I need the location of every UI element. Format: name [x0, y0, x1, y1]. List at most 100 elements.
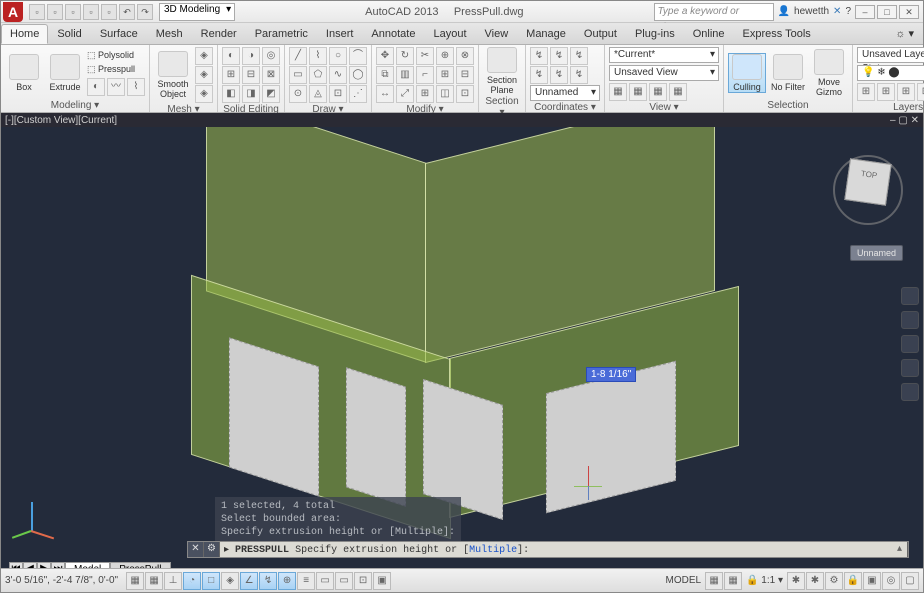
layer-state-dropdown[interactable]: Unsaved Layer State	[857, 47, 924, 63]
qp-icon[interactable]: ▭	[335, 572, 353, 590]
workspace-dropdown[interactable]: 3D Modeling	[159, 3, 235, 21]
loft-icon[interactable]: ⌇	[127, 78, 145, 96]
view-icon[interactable]: ▦	[649, 83, 667, 101]
isolate-icon[interactable]: ◎	[882, 572, 900, 590]
mod-icon[interactable]: ⊟	[456, 66, 474, 84]
exchange-icon[interactable]: ✕	[833, 6, 841, 17]
visual-style-dropdown[interactable]: *Current*	[609, 47, 719, 63]
tab-mesh[interactable]: Mesh	[147, 24, 192, 44]
move-icon[interactable]: ✥	[376, 47, 394, 65]
mod-icon[interactable]: ⊗	[456, 47, 474, 65]
view-icon[interactable]: ▦	[629, 83, 647, 101]
cmd-customize-icon[interactable]: ⚙	[204, 542, 220, 557]
fillet-icon[interactable]: ⌐	[416, 66, 434, 84]
extruded-solid[interactable]	[346, 367, 406, 506]
otrack-icon[interactable]: ∠	[240, 572, 258, 590]
polarmode-icon[interactable]: ◔	[183, 572, 201, 590]
draw-icon[interactable]: ⊙	[289, 85, 307, 103]
doc-window-controls[interactable]: – ▢ ✕	[890, 115, 919, 126]
ucs-icon[interactable]: ↯	[550, 47, 568, 65]
ucs-icon[interactable]: ↯	[550, 66, 568, 84]
coordinate-readout[interactable]: 3'-0 5/16", -2'-4 7/8", 0'-0"	[5, 575, 118, 586]
maximize-button[interactable]: □	[877, 5, 897, 19]
move-gizmo-button[interactable]: Move Gizmo	[810, 49, 848, 97]
qat-saveas-icon[interactable]: ▫	[83, 4, 99, 20]
ucs-icon[interactable]: ↯	[570, 47, 588, 65]
cmd-close-icon[interactable]: ✕	[188, 542, 204, 557]
quickview-layouts-icon[interactable]: ▦	[724, 572, 742, 590]
tab-render[interactable]: Render	[192, 24, 246, 44]
close-button[interactable]: ✕	[899, 5, 919, 19]
spline-icon[interactable]: ∿	[329, 66, 347, 84]
view-icon[interactable]: ▦	[669, 83, 687, 101]
no-filter-button[interactable]: No Filter	[769, 54, 807, 92]
extrude-button[interactable]: Extrude	[46, 54, 84, 92]
viewcube-face[interactable]: TOP	[844, 158, 891, 205]
ducs-icon[interactable]: ↯	[259, 572, 277, 590]
sweep-icon[interactable]: 〰	[107, 78, 125, 96]
ucs-icon[interactable]	[11, 492, 51, 532]
rotate-icon[interactable]: ↻	[396, 47, 414, 65]
trim-icon[interactable]: ✂	[416, 47, 434, 65]
se-icon[interactable]: ⊠	[262, 66, 280, 84]
steering-wheel-icon[interactable]	[901, 287, 919, 305]
extruded-solid[interactable]	[229, 337, 319, 496]
layout-nav-next-icon[interactable]: ▶	[37, 562, 51, 568]
dynamic-dimension-input[interactable]: 1-8 1/16"	[586, 367, 636, 382]
ucs-unnamed-dropdown[interactable]: Unnamed	[530, 85, 600, 101]
ucs-icon[interactable]: ↯	[570, 66, 588, 84]
layout-nav-last-icon[interactable]: ⏭	[51, 562, 65, 568]
sc-icon[interactable]: ⊡	[354, 572, 372, 590]
am-icon[interactable]: ▣	[373, 572, 391, 590]
se-icon[interactable]: ◐	[222, 47, 240, 65]
revolve-icon[interactable]: ◐	[87, 78, 105, 96]
circle-icon[interactable]: ○	[329, 47, 347, 65]
arc-icon[interactable]: ⌒	[349, 47, 367, 65]
tab-home[interactable]: Home	[1, 24, 48, 44]
tab-solid[interactable]: Solid	[48, 24, 90, 44]
line-icon[interactable]: ╱	[289, 47, 307, 65]
layer-dropdown[interactable]: 💡 ❄ ⬤	[857, 65, 924, 81]
panel-title-modeling[interactable]: Modeling ▾	[5, 99, 145, 112]
tab-surface[interactable]: Surface	[91, 24, 147, 44]
layout-nav-first-icon[interactable]: ⏮	[9, 562, 23, 568]
3dosnap-icon[interactable]: ◈	[221, 572, 239, 590]
quickview-icon[interactable]: ▦	[705, 572, 723, 590]
dyn-icon[interactable]: ⊕	[278, 572, 296, 590]
command-input[interactable]: ▸ PRESSPULL Specify extrusion height or …	[220, 544, 892, 556]
pan-icon[interactable]	[901, 311, 919, 329]
viewcube[interactable]: TOP	[833, 155, 903, 225]
mod-icon[interactable]: ⊞	[436, 66, 454, 84]
tab-view[interactable]: View	[476, 24, 518, 44]
mesh-tool-icon[interactable]: ◈	[195, 85, 213, 103]
draw-icon[interactable]: ◬	[309, 85, 327, 103]
help-search-input[interactable]: Type a keyword or phrase	[654, 3, 774, 21]
tab-online[interactable]: Online	[684, 24, 734, 44]
se-icon[interactable]: ⊞	[222, 66, 240, 84]
culling-button[interactable]: Culling	[728, 53, 766, 93]
cleanscreen-icon[interactable]: ▢	[901, 572, 919, 590]
tab-manage[interactable]: Manage	[517, 24, 575, 44]
layout-tab-presspull[interactable]: PressPull	[110, 562, 170, 568]
mod-icon[interactable]: ⊡	[456, 85, 474, 103]
app-menu-button[interactable]: A	[3, 2, 23, 22]
pline-icon[interactable]: ⌇	[309, 47, 327, 65]
presspull-button[interactable]: ⬚ Presspull	[87, 64, 135, 75]
user-area[interactable]: 👤 hewetth ✕ ?	[778, 6, 851, 17]
layer-icon[interactable]: ⊞	[917, 83, 924, 101]
se-icon[interactable]: ◎	[262, 47, 280, 65]
mesh-tool-icon[interactable]: ◈	[195, 66, 213, 84]
layer-icon[interactable]: ⊞	[857, 83, 875, 101]
orbit-icon[interactable]	[901, 359, 919, 377]
polysolid-button[interactable]: ⬚ Polysolid	[87, 50, 134, 61]
tab-annotate[interactable]: Annotate	[362, 24, 424, 44]
mesh-tool-icon[interactable]: ◈	[195, 47, 213, 65]
osnap-icon[interactable]: □	[202, 572, 220, 590]
se-icon[interactable]: ◧	[222, 85, 240, 103]
hardware-accel-icon[interactable]: ▣	[863, 572, 881, 590]
stretch-icon[interactable]: ↔	[376, 85, 394, 103]
qat-open-icon[interactable]: ▫	[47, 4, 63, 20]
se-icon[interactable]: ◑	[242, 47, 260, 65]
annotation-scale[interactable]: 🔒 1:1 ▾	[742, 575, 787, 586]
draw-icon[interactable]: ⊡	[329, 85, 347, 103]
